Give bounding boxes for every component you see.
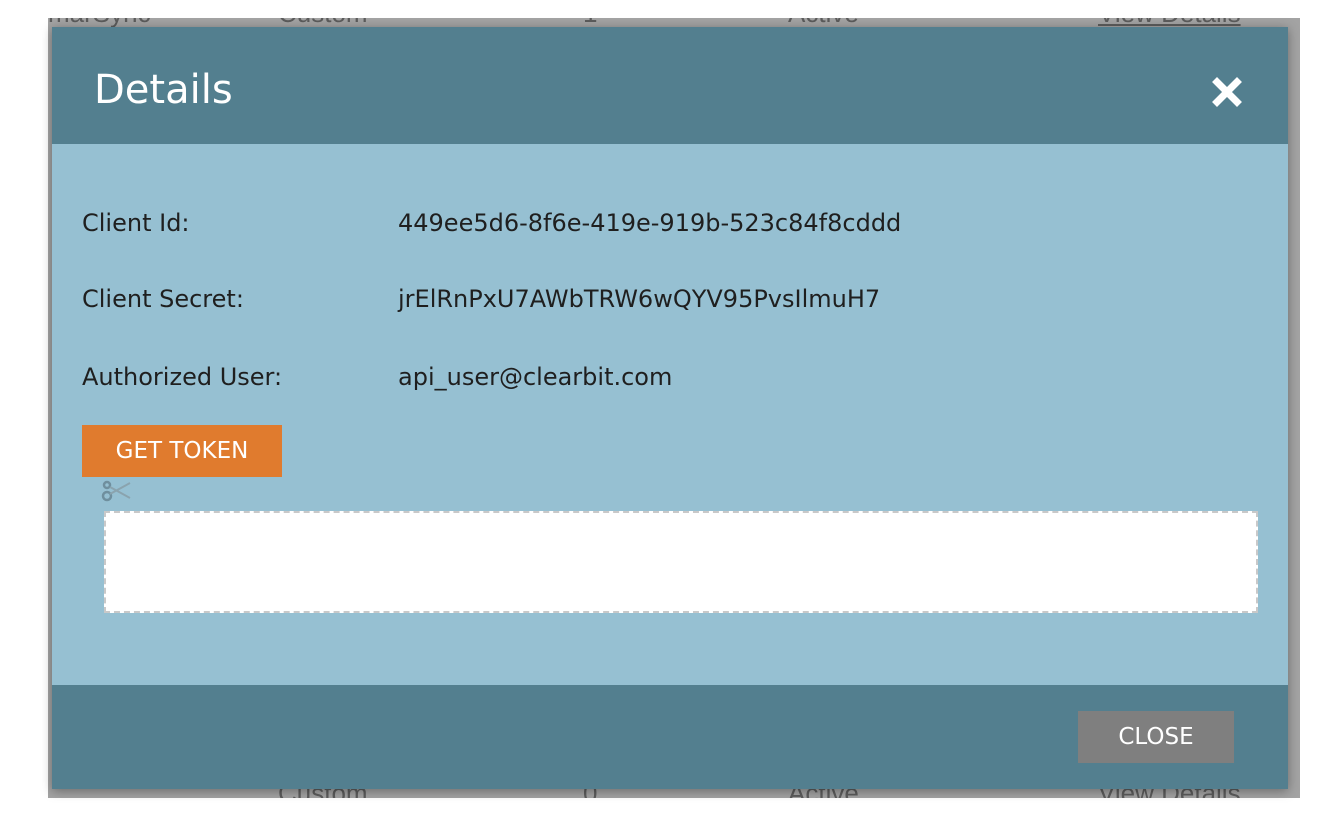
- modal-footer: CLOSE: [52, 685, 1288, 789]
- token-output-field[interactable]: [104, 511, 1258, 613]
- client-id-label: Client Id:: [82, 209, 190, 237]
- authorized-user-value: api_user@clearbit.com: [398, 363, 673, 391]
- close-x-icon[interactable]: [1210, 75, 1244, 109]
- get-token-button[interactable]: GET TOKEN: [82, 425, 282, 477]
- client-id-value: 449ee5d6-8f6e-419e-919b-523c84f8cddd: [398, 209, 902, 237]
- modal-header: Details: [52, 27, 1288, 144]
- authorized-user-label: Authorized User:: [82, 363, 283, 391]
- close-button[interactable]: CLOSE: [1078, 711, 1234, 763]
- client-secret-label: Client Secret:: [82, 285, 244, 313]
- client-secret-value: jrElRnPxU7AWbTRW6wQYV95PvsIlmuH7: [398, 285, 881, 313]
- modal-title: Details: [94, 67, 233, 113]
- scissors-icon[interactable]: [100, 479, 134, 503]
- details-modal: Details Client Id: 449ee5d6-8f6e-419e-91…: [52, 27, 1288, 789]
